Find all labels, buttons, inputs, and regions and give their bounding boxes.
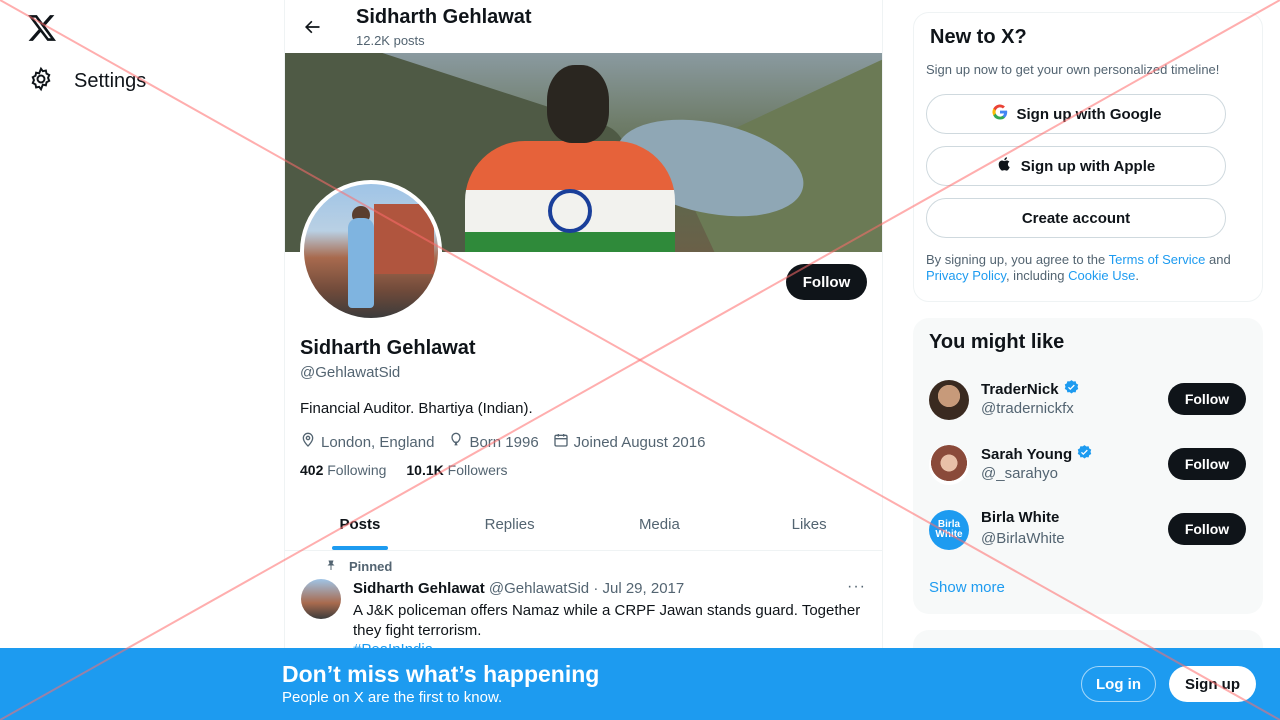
google-icon [991, 103, 1009, 125]
balloon-icon [448, 432, 464, 452]
signup-apple-label: Sign up with Apple [1020, 157, 1156, 175]
legal-and: and [1205, 252, 1231, 267]
user-handle: @BirlaWhite [981, 530, 1065, 547]
location-pin-icon [300, 432, 316, 452]
joined-text: Joined August 2016 [573, 433, 706, 451]
user-handle: @_sarahyo [981, 465, 1058, 482]
legal-suffix: . [1135, 268, 1139, 283]
user-name[interactable]: Sarah Young [981, 446, 1072, 463]
user-avatar[interactable] [929, 445, 969, 485]
legal-including: , including [1005, 268, 1069, 283]
left-nav: Settings [0, 0, 284, 720]
follow-user-button[interactable]: Follow [1168, 448, 1246, 480]
tweet-separator: · [593, 580, 599, 597]
tab-posts[interactable]: Posts [285, 499, 435, 550]
suggested-user[interactable]: TraderNick @tradernickfx Follow [929, 377, 1247, 427]
follow-user-button[interactable]: Follow [1168, 383, 1246, 415]
tab-replies[interactable]: Replies [435, 499, 585, 550]
header-posts-count: 12.2K posts [356, 33, 425, 48]
tweet-header: Sidharth Gehlawat @GehlawatSid · Jul 29,… [353, 580, 684, 597]
followers-label: Followers [447, 462, 508, 478]
born-text: Born 1996 [469, 433, 539, 451]
bottom-bar-subtitle: People on X are the first to know. [282, 689, 503, 706]
location-text: London, England [321, 433, 435, 451]
new-to-x-title: New to X? [930, 26, 1027, 48]
following-link[interactable]: 402 Following [300, 462, 386, 478]
verified-badge-icon [1063, 379, 1080, 400]
profile-handle: @GehlawatSid [300, 364, 401, 381]
you-might-like-title: You might like [929, 331, 1065, 353]
birla-logo-text: Birla White [935, 519, 963, 540]
profile-bio: Financial Auditor. Bhartiya (Indian). [300, 400, 533, 417]
show-more-link[interactable]: Show more [929, 579, 1005, 596]
following-count: 402 [300, 462, 324, 478]
settings-nav-item[interactable]: Settings [28, 66, 146, 97]
user-name[interactable]: TraderNick [981, 381, 1059, 398]
legal-prefix: By signing up, you agree to the [926, 252, 1109, 267]
verified-badge-icon [1076, 444, 1093, 465]
header-profile-name: Sidharth Gehlawat [356, 6, 532, 28]
tab-likes[interactable]: Likes [734, 499, 882, 550]
profile-meta: London, England Born 1996 Joined August … [300, 432, 705, 452]
terms-link[interactable]: Terms of Service [1109, 252, 1206, 267]
calendar-icon [553, 432, 569, 452]
followers-count: 10.1K [406, 462, 444, 478]
profile-tabs: Posts Replies Media Likes [285, 499, 882, 551]
login-button[interactable]: Log in [1081, 666, 1156, 702]
tweet-text: A J&K policeman offers Namaz while a CRP… [353, 602, 861, 639]
followers-link[interactable]: 10.1K Followers [406, 462, 507, 478]
new-to-x-subtitle: Sign up now to get your own personalized… [926, 62, 1220, 77]
profile-header-bar: Sidharth Gehlawat 12.2K posts [285, 0, 882, 53]
signup-button[interactable]: Sign up [1169, 666, 1256, 702]
tweet-author[interactable]: Sidharth Gehlawat [353, 580, 485, 597]
settings-label: Settings [74, 70, 147, 92]
you-might-like-card: You might like TraderNick @tradernickfx … [913, 318, 1263, 614]
cookie-link[interactable]: Cookie Use [1068, 268, 1135, 283]
profile-name: Sidharth Gehlawat [300, 337, 476, 359]
tab-media[interactable]: Media [585, 499, 735, 550]
follow-user-button[interactable]: Follow [1168, 513, 1246, 545]
create-account-button[interactable]: Create account [926, 198, 1226, 238]
follow-stats: 402 Following 10.1K Followers [300, 462, 508, 478]
gear-icon [28, 66, 54, 97]
follow-button[interactable]: Follow [786, 264, 867, 300]
back-arrow-icon[interactable] [299, 14, 325, 40]
signup-google-button[interactable]: Sign up with Google [926, 94, 1226, 134]
joined-item: Joined August 2016 [553, 432, 706, 452]
x-logo-icon[interactable] [26, 12, 58, 44]
privacy-link[interactable]: Privacy Policy [926, 268, 1006, 283]
suggested-user[interactable]: Birla White Birla White @BirlaWhite Foll… [929, 507, 1247, 557]
location-item: London, England [300, 432, 434, 452]
signup-google-label: Sign up with Google [1016, 105, 1162, 123]
user-handle: @tradernickfx [981, 400, 1074, 417]
bottom-bar-title: Don’t miss what’s happening [282, 661, 600, 687]
apple-icon [997, 155, 1013, 177]
tweet-avatar[interactable] [301, 579, 341, 619]
profile-avatar[interactable] [300, 180, 442, 322]
user-avatar[interactable]: Birla White [929, 510, 969, 550]
profile-column: Sidharth Gehlawat 12.2K posts Follow Sid… [284, 0, 883, 720]
suggested-user[interactable]: Sarah Young @_sarahyo Follow [929, 442, 1247, 492]
pinned-indicator: Pinned [325, 558, 392, 575]
more-options-icon[interactable]: ··· [847, 578, 866, 596]
tweet-handle[interactable]: @GehlawatSid [489, 580, 589, 597]
user-name[interactable]: Birla White [981, 509, 1059, 526]
tweet-date[interactable]: Jul 29, 2017 [603, 580, 685, 597]
following-label: Following [327, 462, 387, 478]
born-item: Born 1996 [448, 432, 539, 452]
pinned-label: Pinned [349, 559, 393, 574]
user-avatar[interactable] [929, 380, 969, 420]
signup-apple-button[interactable]: Sign up with Apple [926, 146, 1226, 186]
pin-icon [325, 558, 337, 575]
bottom-signup-bar: Don’t miss what’s happening People on X … [0, 648, 1280, 720]
new-to-x-card: New to X? Sign up now to get your own pe… [913, 12, 1263, 302]
legal-text: By signing up, you agree to the Terms of… [926, 252, 1246, 284]
